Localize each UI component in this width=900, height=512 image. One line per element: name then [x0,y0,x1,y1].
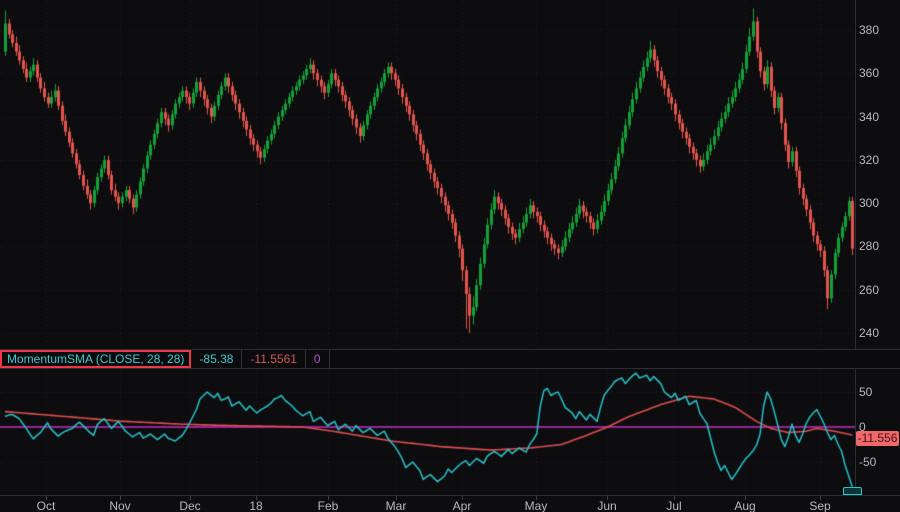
time-axis-label: Apr [453,499,472,512]
chart-canvas[interactable] [0,0,900,512]
time-axis-label: 18 [249,499,262,512]
time-axis-label: Mar [386,499,407,512]
sma-price-badge: -11.556 [856,431,899,446]
time-axis-label: Oct [37,499,56,512]
time-axis-label: Feb [318,499,339,512]
momentum-axis-label: -50 [859,455,876,469]
time-axis-label: Jul [666,499,681,512]
momentum-axis-label: 50 [859,385,872,399]
indicator-zero-value: 0 [306,350,330,368]
time-axis-label: May [525,499,548,512]
momentum-axis[interactable]: 500-50 [856,0,900,495]
indicator-sma-value: -11.5561 [242,350,305,368]
time-axis-label: Jun [597,499,616,512]
indicator-momentum-value: -85.38 [191,350,242,368]
momentum-price-badge-clipped [843,487,862,495]
indicator-legend: MomentumSMA (CLOSE, 28, 28) -85.38 -11.5… [0,349,900,369]
indicator-title-box[interactable]: MomentumSMA (CLOSE, 28, 28) [0,350,191,368]
time-axis-label: Dec [179,499,200,512]
time-axis-label: Aug [734,499,755,512]
time-axis-label: Nov [109,499,130,512]
time-axis[interactable]: Oct Nov Dec 18 Feb Mar Apr May Jun Jul Aug Sep [0,495,900,512]
time-axis-label: Sep [809,499,830,512]
indicator-title[interactable]: MomentumSMA (CLOSE, 28, 28) [7,352,184,366]
chart-root: 380360340320300280260240 MomentumSMA (CL… [0,0,900,512]
